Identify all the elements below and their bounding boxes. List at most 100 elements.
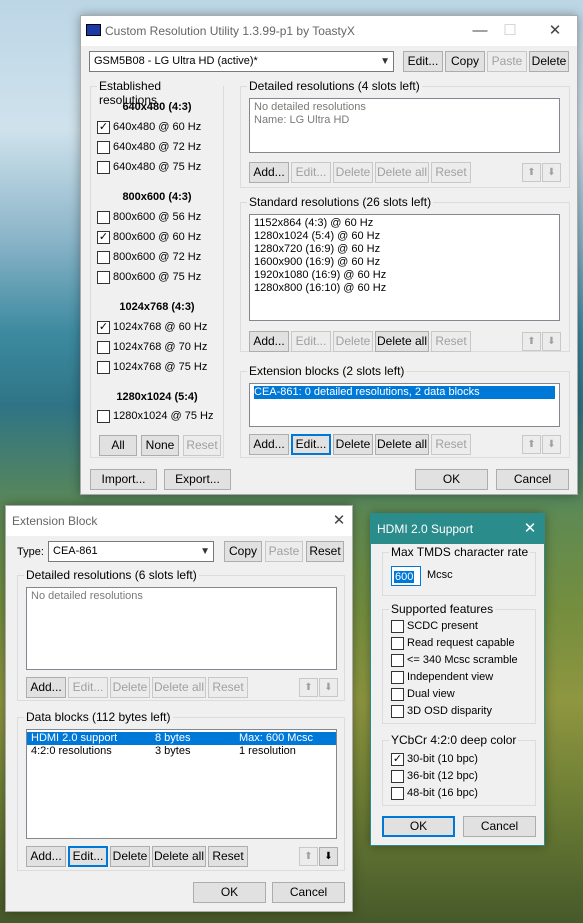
title-bar[interactable]: Extension Block ✕	[6, 506, 352, 536]
dual-view-checkbox[interactable]: Dual view	[391, 687, 455, 703]
30-bit-checkbox[interactable]: ✓ 30-bit (10 bpc)	[391, 752, 478, 768]
monitor-select[interactable]: GSM5B08 - LG Ultra HD (active)* ▼	[89, 51, 394, 72]
tmds-input[interactable]: 600	[391, 566, 421, 586]
checkbox-1280-75[interactable]: 1280x1024 @ 75 Hz	[97, 409, 213, 425]
import-button[interactable]: Import...	[90, 469, 157, 490]
move-up-icon[interactable]: ⬆	[299, 847, 318, 866]
detailed-list[interactable]: No detailed resolutions Name: LG Ultra H…	[249, 98, 560, 153]
list-item[interactable]: 1152x864 (4:3) @ 60 Hz	[254, 217, 555, 230]
move-down-icon[interactable]: ⬇	[542, 435, 561, 454]
extension-add-button[interactable]: Add...	[249, 434, 289, 455]
checkbox-640-60[interactable]: ✓ 640x480 @ 60 Hz	[97, 120, 201, 136]
type-select[interactable]: CEA-861 ▼	[48, 541, 214, 562]
minimize-icon[interactable]: —	[465, 19, 495, 43]
osd-disparity-checkbox[interactable]: 3D OSD disparity	[391, 704, 492, 720]
all-button[interactable]: All	[99, 435, 137, 456]
established-reset-button[interactable]: Reset	[183, 435, 221, 456]
copy-button[interactable]: Copy	[445, 51, 485, 72]
data-blocks-delete-button[interactable]: Delete	[110, 846, 150, 867]
maximize-icon[interactable]: ☐	[495, 19, 525, 43]
close-icon[interactable]: ✕	[540, 19, 570, 43]
standard-add-button[interactable]: Add...	[249, 331, 289, 352]
export-button[interactable]: Export...	[164, 469, 231, 490]
copy-button[interactable]: Copy	[224, 541, 262, 562]
ext-detailed-edit-button[interactable]: Edit...	[68, 677, 108, 698]
data-blocks-reset-button[interactable]: Reset	[208, 846, 248, 867]
ok-button[interactable]: OK	[193, 882, 266, 903]
checkbox-1024-60[interactable]: ✓ 1024x768 @ 60 Hz	[97, 320, 207, 336]
ext-detailed-delete-button[interactable]: Delete	[110, 677, 150, 698]
list-item[interactable]: 1600x900 (16:9) @ 60 Hz	[254, 256, 555, 269]
checkbox-1024-75[interactable]: 1024x768 @ 75 Hz	[97, 360, 207, 376]
move-up-icon[interactable]: ⬆	[522, 163, 541, 182]
ok-button[interactable]: OK	[382, 816, 455, 837]
edit-monitor-button[interactable]: Edit...	[403, 51, 443, 72]
list-item[interactable]: 1280x1024 (5:4) @ 60 Hz	[254, 230, 555, 243]
standard-edit-button[interactable]: Edit...	[291, 331, 331, 352]
standard-delete-all-button[interactable]: Delete all	[375, 331, 429, 352]
scramble-checkbox[interactable]: <= 340 Mcsc scramble	[391, 653, 518, 669]
independent-view-checkbox[interactable]: Independent view	[391, 670, 493, 686]
ext-detailed-group: Detailed resolutions (6 slots left) No d…	[17, 568, 345, 701]
move-down-icon[interactable]: ⬇	[319, 678, 338, 697]
move-down-icon[interactable]: ⬇	[319, 847, 338, 866]
move-up-icon[interactable]: ⬆	[299, 678, 318, 697]
title-bar[interactable]: HDMI 2.0 Support ✕	[371, 514, 544, 544]
move-up-icon[interactable]: ⬆	[522, 332, 541, 351]
36-bit-checkbox[interactable]: 36-bit (12 bpc)	[391, 769, 478, 785]
checkbox-800-56[interactable]: 800x600 @ 56 Hz	[97, 210, 201, 226]
checkbox-640-75[interactable]: 640x480 @ 75 Hz	[97, 160, 201, 176]
cancel-button[interactable]: Cancel	[496, 469, 569, 490]
detailed-reset-button[interactable]: Reset	[431, 162, 471, 183]
checkbox-800-75[interactable]: 800x600 @ 75 Hz	[97, 270, 201, 286]
list-item[interactable]: 1280x720 (16:9) @ 60 Hz	[254, 243, 555, 256]
standard-reset-button[interactable]: Reset	[431, 331, 471, 352]
detailed-edit-button[interactable]: Edit...	[291, 162, 331, 183]
table-row[interactable]: 4:2:0 resolutions 3 bytes 1 resolution	[27, 745, 336, 758]
close-icon[interactable]: ✕	[515, 517, 545, 541]
read-request-checkbox[interactable]: Read request capable	[391, 636, 515, 652]
ext-detailed-add-button[interactable]: Add...	[26, 677, 66, 698]
48-bit-checkbox[interactable]: 48-bit (16 bpc)	[391, 786, 478, 802]
checkbox-640-72[interactable]: 640x480 @ 72 Hz	[97, 140, 201, 156]
scdc-present-checkbox[interactable]: SCDC present	[391, 619, 478, 635]
list-item[interactable]: CEA-861: 0 detailed resolutions, 2 data …	[254, 386, 555, 399]
detailed-delete-all-button[interactable]: Delete all	[375, 162, 429, 183]
move-down-icon[interactable]: ⬇	[542, 163, 561, 182]
list-item[interactable]: 1920x1080 (16:9) @ 60 Hz	[254, 269, 555, 282]
list-item[interactable]: 1280x800 (16:10) @ 60 Hz	[254, 282, 555, 295]
checkbox-800-72[interactable]: 800x600 @ 72 Hz	[97, 250, 201, 266]
checkbox-800-60[interactable]: ✓ 800x600 @ 60 Hz	[97, 230, 201, 246]
detailed-delete-button[interactable]: Delete	[333, 162, 373, 183]
checkbox-1024-70[interactable]: 1024x768 @ 70 Hz	[97, 340, 207, 356]
extension-delete-button[interactable]: Delete	[333, 434, 373, 455]
paste-button[interactable]: Paste	[265, 541, 303, 562]
close-icon[interactable]: ✕	[324, 509, 354, 533]
extension-delete-all-button[interactable]: Delete all	[375, 434, 429, 455]
extension-reset-button[interactable]: Reset	[431, 434, 471, 455]
data-blocks-list[interactable]: HDMI 2.0 support 8 bytes Max: 600 Mcsc 4…	[26, 729, 337, 839]
none-button[interactable]: None	[141, 435, 179, 456]
data-blocks-add-button[interactable]: Add...	[26, 846, 66, 867]
cancel-button[interactable]: Cancel	[463, 816, 536, 837]
title-bar[interactable]: Custom Resolution Utility 1.3.99-p1 by T…	[81, 16, 577, 46]
ext-detailed-delete-all-button[interactable]: Delete all	[152, 677, 206, 698]
table-row[interactable]: HDMI 2.0 support 8 bytes Max: 600 Mcsc	[27, 732, 336, 745]
ext-detailed-reset-button[interactable]: Reset	[208, 677, 248, 698]
ok-button[interactable]: OK	[415, 469, 488, 490]
data-blocks-group: Data blocks (112 bytes left) HDMI 2.0 su…	[17, 710, 345, 871]
detailed-add-button[interactable]: Add...	[249, 162, 289, 183]
ext-detailed-list[interactable]: No detailed resolutions	[26, 587, 337, 670]
data-blocks-edit-button[interactable]: Edit...	[68, 846, 108, 867]
cancel-button[interactable]: Cancel	[272, 882, 345, 903]
standard-list[interactable]: 1152x864 (4:3) @ 60 Hz 1280x1024 (5:4) @…	[249, 214, 560, 321]
move-down-icon[interactable]: ⬇	[542, 332, 561, 351]
reset-button[interactable]: Reset	[306, 541, 344, 562]
extension-list[interactable]: CEA-861: 0 detailed resolutions, 2 data …	[249, 383, 560, 427]
extension-edit-button[interactable]: Edit...	[291, 434, 331, 455]
paste-button[interactable]: Paste	[487, 51, 527, 72]
standard-delete-button[interactable]: Delete	[333, 331, 373, 352]
data-blocks-delete-all-button[interactable]: Delete all	[152, 846, 206, 867]
move-up-icon[interactable]: ⬆	[522, 435, 541, 454]
delete-monitor-button[interactable]: Delete	[529, 51, 569, 72]
